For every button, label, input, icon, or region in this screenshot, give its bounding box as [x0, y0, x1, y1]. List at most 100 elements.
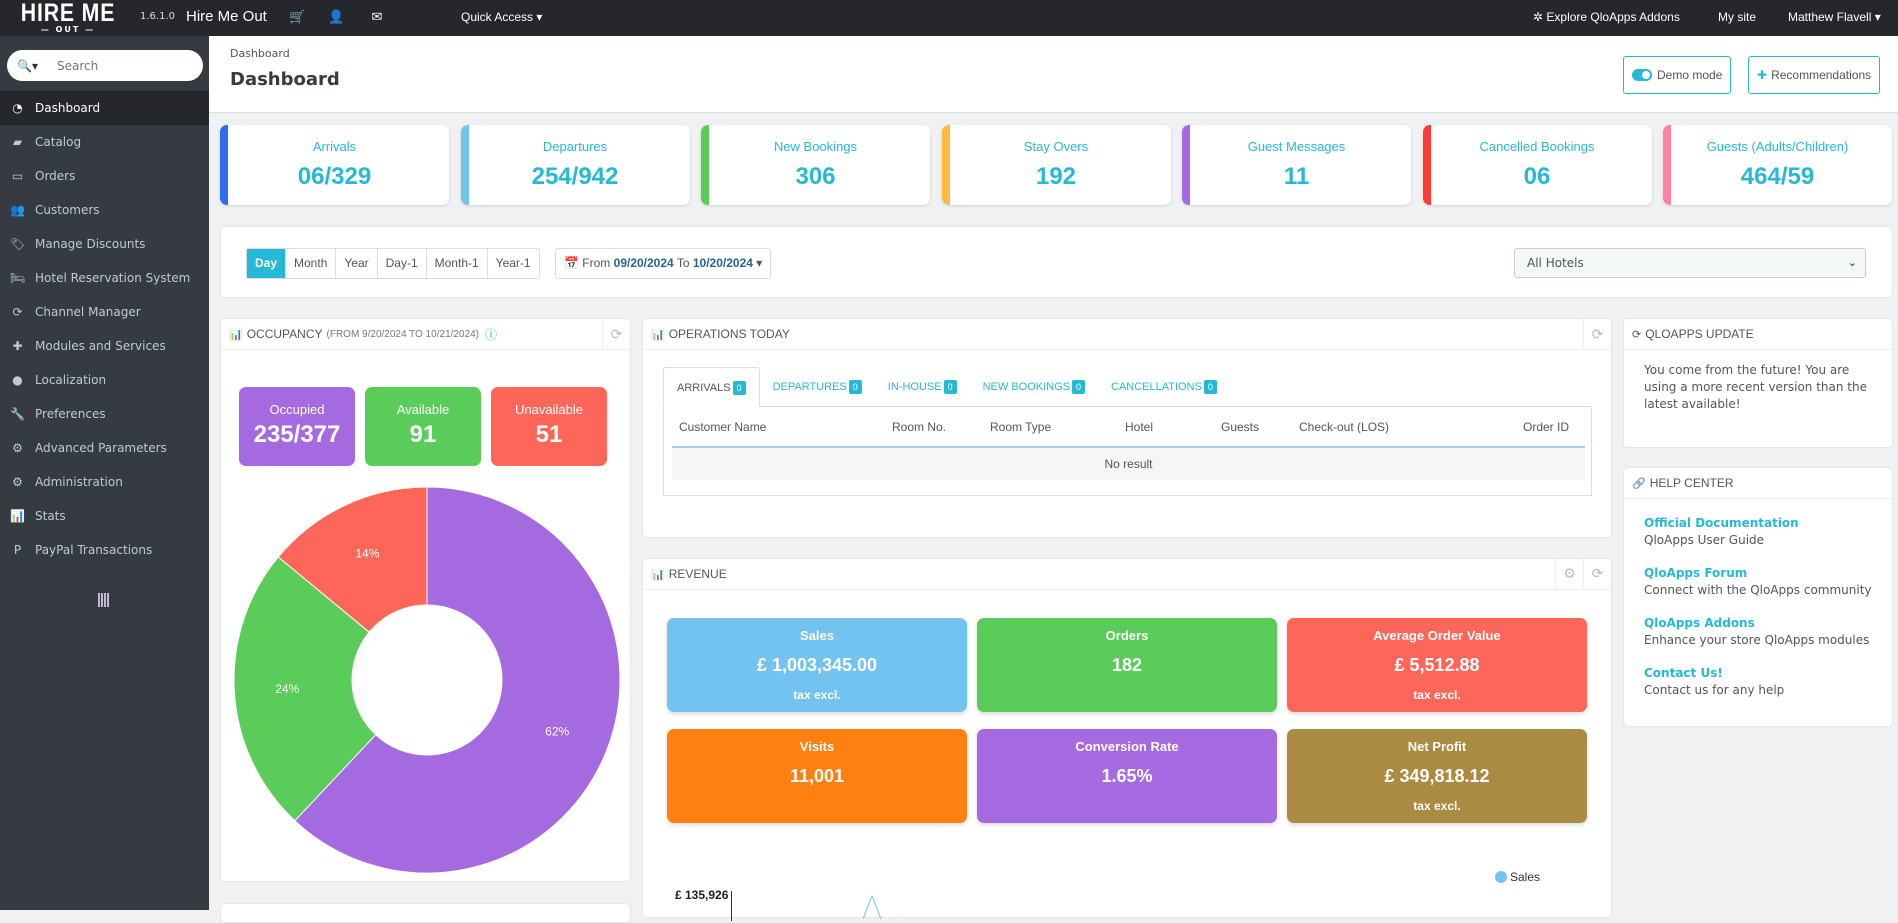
- kpi-card-new-bookings[interactable]: New Bookings 306: [701, 125, 930, 205]
- update-header: ⟳ QloApps Update: [1624, 319, 1892, 350]
- tab-in-house[interactable]: IN-HOUSE 0: [875, 367, 970, 407]
- demo-mode-button[interactable]: Demo mode: [1623, 56, 1732, 94]
- quick-access-dropdown[interactable]: Quick Access ▾: [461, 10, 542, 24]
- refresh-icon[interactable]: ⟳: [602, 319, 630, 350]
- occupancy-box-value: 91: [409, 421, 437, 448]
- kpi-accent: [460, 125, 469, 205]
- search-input[interactable]: [57, 58, 197, 73]
- cart-icon[interactable]: 🛒: [289, 10, 305, 26]
- revenue-box-label: Sales: [800, 628, 834, 643]
- column-header[interactable]: Hotel: [1118, 407, 1214, 448]
- search-icon[interactable]: 🔍▾: [17, 59, 45, 73]
- kpi-card-cancelled-bookings[interactable]: Cancelled Bookings 06: [1422, 125, 1652, 205]
- column-header[interactable]: Customer Name: [672, 407, 885, 448]
- sidebar-item-channel-manager[interactable]: ⟳ Channel Manager: [0, 295, 209, 329]
- refresh-icon[interactable]: ⟳: [1583, 559, 1611, 590]
- column-header[interactable]: Order ID: [1498, 407, 1585, 448]
- users-icon: 👥: [10, 203, 25, 217]
- column-header[interactable]: Room No.: [885, 407, 983, 448]
- tab-label: DEPARTURES: [772, 381, 847, 393]
- tab-count-badge: 0: [848, 380, 862, 394]
- sidebar-item-administration[interactable]: ⚙ Administration: [0, 465, 209, 499]
- user-icon[interactable]: 👤: [328, 10, 344, 26]
- kpi-accent: [220, 125, 228, 205]
- period-button-year-1[interactable]: Year-1: [488, 249, 539, 278]
- tab-new-bookings[interactable]: NEW BOOKINGS 0: [970, 367, 1098, 407]
- period-button-month[interactable]: Month: [286, 249, 337, 278]
- column-header[interactable]: Room Type: [983, 407, 1118, 448]
- revenue-box-sales: Sales £ 1,003,345.00 tax excl.: [667, 618, 967, 712]
- kpi-card-departures[interactable]: Departures 254/942: [460, 125, 690, 205]
- occupancy-title: Occupancy: [246, 327, 323, 341]
- kpi-card-arrivals[interactable]: Arrivals 06/329: [220, 125, 449, 205]
- help-link[interactable]: Official Documentation: [1644, 515, 1892, 532]
- sidebar-item-label: Preferences: [35, 407, 106, 421]
- sidebar-item-advanced-parameters[interactable]: ⚙ Advanced Parameters: [0, 431, 209, 465]
- sales-line: [863, 894, 882, 919]
- shop-name[interactable]: Hire Me Out: [186, 8, 267, 25]
- chart-legend[interactable]: Sales: [1495, 870, 1540, 884]
- info-icon[interactable]: ⓘ: [485, 326, 497, 343]
- revenue-header: 📊 Revenue: [643, 559, 1611, 590]
- period-button-year[interactable]: Year: [336, 249, 378, 278]
- globe-icon: ●: [12, 373, 23, 387]
- kpi-label: Cancelled Bookings: [1479, 139, 1595, 154]
- kpi-card-guests-adults-children-[interactable]: Guests (Adults/Children) 464/59: [1663, 125, 1892, 205]
- help-item: Contact Us! Contact us for any help: [1644, 665, 1892, 699]
- envelope-icon[interactable]: ✉: [369, 10, 385, 26]
- sidebar-item-preferences[interactable]: 🔧 Preferences: [0, 397, 209, 431]
- column-header[interactable]: Guests: [1214, 407, 1292, 448]
- kpi-value: 464/59: [1740, 163, 1815, 190]
- sidebar-item-paypal-transactions[interactable]: P PayPal Transactions: [0, 533, 209, 567]
- to-label: To: [676, 256, 690, 270]
- period-button-day-1[interactable]: Day-1: [378, 249, 427, 278]
- hotel-select[interactable]: All Hotels ⌄: [1514, 248, 1866, 278]
- help-item: QloApps Forum Connect with the QloApps co…: [1644, 565, 1892, 599]
- tab-label: NEW BOOKINGS: [982, 381, 1070, 393]
- sidebar-item-stats[interactable]: 📊 Stats: [0, 499, 209, 533]
- bar-chart-icon: 📊: [651, 568, 665, 581]
- user-menu[interactable]: Matthew Flavell ▾: [1788, 10, 1881, 24]
- tab-count-badge: 0: [1072, 380, 1086, 394]
- help-link[interactable]: Contact Us!: [1644, 665, 1892, 682]
- sidebar-item-label: Dashboard: [35, 101, 101, 115]
- date-range-picker[interactable]: 📅 From 09/20/2024 To 10/20/2024 ▾: [555, 248, 772, 279]
- sidebar-item-label: Advanced Parameters: [35, 441, 167, 455]
- column-header[interactable]: Check-out (LOS): [1292, 407, 1498, 448]
- refresh-icon[interactable]: ⟳: [1583, 319, 1611, 350]
- puzzle-icon: ✚: [12, 339, 23, 353]
- kpi-card-guest-messages[interactable]: Guest Messages 11: [1182, 125, 1411, 205]
- revenue-box-value: 182: [1111, 655, 1143, 675]
- tab-departures[interactable]: DEPARTURES 0: [760, 367, 875, 407]
- logo[interactable]: HIRE ME — OUT —: [12, 0, 124, 36]
- sidebar-item-catalog[interactable]: ▰ Catalog: [0, 125, 209, 159]
- sidebar-item-customers[interactable]: 👥 Customers: [0, 193, 209, 227]
- kpi-card-stay-overs[interactable]: Stay Overs 192: [941, 125, 1171, 205]
- sidebar-item-localization[interactable]: ● Localization: [0, 363, 209, 397]
- help-link[interactable]: QloApps Addons: [1644, 615, 1892, 632]
- explore-addons-link[interactable]: ✲ Explore QloApps Addons: [1533, 10, 1680, 24]
- period-button-day[interactable]: Day: [247, 249, 287, 278]
- chevron-down-icon: ⌄: [1847, 256, 1857, 269]
- recommendations-button[interactable]: ✚ Recommendations: [1748, 56, 1881, 94]
- help-link[interactable]: QloApps Forum: [1644, 565, 1892, 582]
- tab-cancellations[interactable]: CANCELLATIONS 0: [1098, 367, 1230, 407]
- bed-icon: 🛏: [9, 271, 26, 285]
- collapse-sidebar-icon[interactable]: [98, 593, 110, 607]
- sidebar-item-modules-and-services[interactable]: ✚ Modules and Services: [0, 329, 209, 363]
- operations-header: 📊 Operations Today ⟳: [643, 319, 1611, 350]
- sidebar-item-hotel-reservation-system[interactable]: 🛏 Hotel Reservation System: [0, 261, 209, 295]
- breadcrumb[interactable]: Dashboard: [230, 47, 290, 60]
- bar-chart-icon: 📊: [229, 328, 243, 341]
- toggle-icon: [1632, 69, 1652, 81]
- help-center-panel: 🔗 Help Center Official Documentation QloAp…: [1623, 467, 1893, 727]
- my-site-link[interactable]: My site: [1718, 10, 1756, 24]
- period-button-month-1[interactable]: Month-1: [427, 249, 488, 278]
- operations-panel: 📊 Operations Today ⟳ ARRIVALS 0 DEPARTURES 0 I…: [642, 318, 1612, 538]
- sidebar-item-manage-discounts[interactable]: 🏷 Manage Discounts: [0, 227, 209, 261]
- sidebar-item-orders[interactable]: ▭ Orders: [0, 159, 209, 193]
- gear-icon[interactable]: ⚙: [1555, 559, 1583, 590]
- sidebar-item-dashboard[interactable]: ◔ Dashboard: [0, 91, 209, 125]
- tab-arrivals[interactable]: ARRIVALS 0: [663, 367, 760, 407]
- sidebar-item-label: Administration: [35, 475, 123, 489]
